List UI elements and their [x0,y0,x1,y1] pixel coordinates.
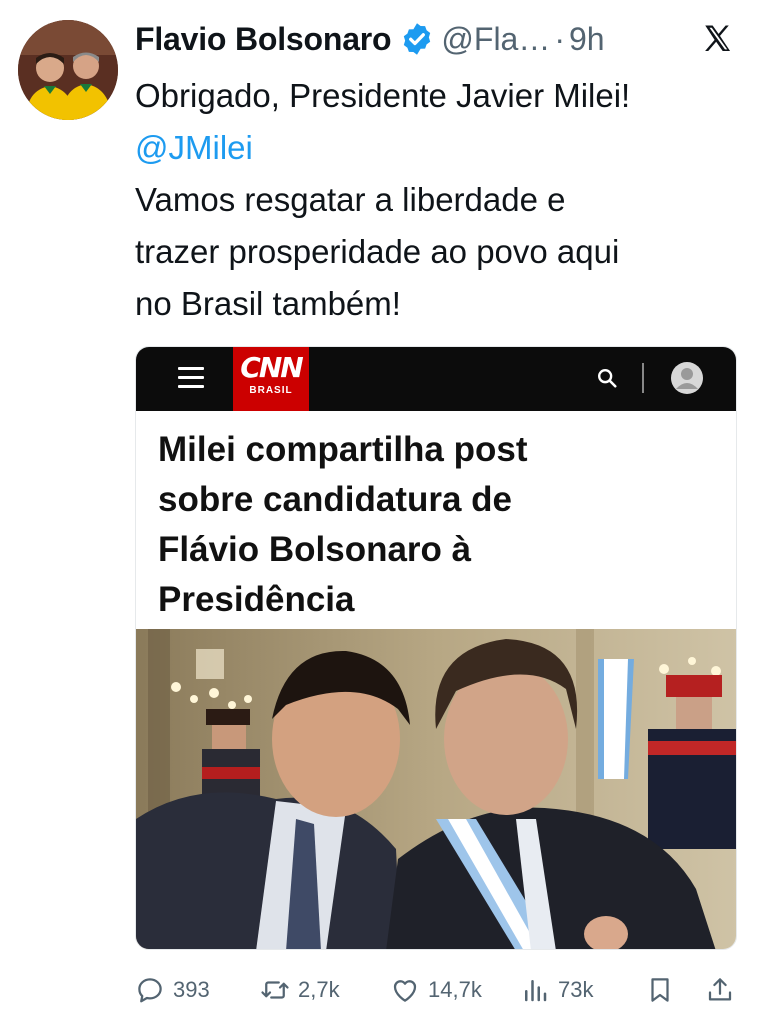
hamburger-menu-icon [178,367,204,389]
tweet-text-line: Vamos resgatar a liberdade e [135,181,566,218]
cnn-brasil-logo: CNN BRASIL [233,347,309,411]
share-icon [708,978,732,1001]
post-time[interactable]: 9h [569,21,605,58]
mention-link[interactable]: @JMilei [135,122,745,174]
cnn-navbar: CNN BRASIL [136,347,736,411]
tweet-header: Flavio Bolsonaro @Fla… · 9h [135,16,745,62]
avatar-photo [18,20,118,120]
author-handle[interactable]: @Fla… [441,21,550,58]
cnn-logo-subtext: BRASIL [249,385,293,396]
verified-badge-icon [404,23,431,55]
bookmark-button[interactable] [645,968,675,1012]
article-photo [136,629,736,949]
tweet-text-line: no Brasil também! [135,285,401,322]
repost-icon [261,981,289,999]
share-button[interactable] [705,968,735,1012]
tweet-text-line: Obrigado, Presidente Javier Milei! [135,77,631,114]
repost-count: 2,7k [298,977,340,1002]
like-button[interactable]: 14,7k [390,968,482,1012]
media-card[interactable]: CNN BRASIL Milei compartilha post sobre … [135,346,737,950]
views-button[interactable]: 73k [520,968,593,1012]
bookmark-icon [651,978,669,1002]
headline-line: sobre candidatura de [158,480,512,519]
search-icon [598,369,617,388]
author-name[interactable]: Flavio Bolsonaro [135,21,392,58]
headline-line: Flávio Bolsonaro à [158,530,472,569]
user-icon [671,362,703,394]
reply-icon [138,978,162,1003]
views-count: 73k [558,977,594,1002]
x-logo-icon[interactable] [701,22,735,56]
action-bar: 393 2,7k 14,7k 73k [135,968,745,1012]
cnn-logo-text: CNN [240,351,303,384]
selfie-photo [136,629,736,949]
headline-line: Presidência [158,580,355,619]
avatar[interactable] [18,20,118,120]
reply-count: 393 [173,977,210,1002]
reply-button[interactable]: 393 [135,968,210,1012]
tweet-text-line: trazer prosperidade ao povo aqui [135,233,620,270]
views-icon [525,980,547,1002]
like-count: 14,7k [428,977,482,1002]
navbar-divider [642,363,644,393]
tweet-text: Obrigado, Presidente Javier Milei! @JMil… [135,70,745,330]
article-headline: Milei compartilha post sobre candidatura… [158,425,718,625]
repost-button[interactable]: 2,7k [260,968,340,1012]
separator-dot: · [554,20,565,57]
headline-line: Milei compartilha post [158,430,528,469]
heart-icon [393,980,417,1002]
